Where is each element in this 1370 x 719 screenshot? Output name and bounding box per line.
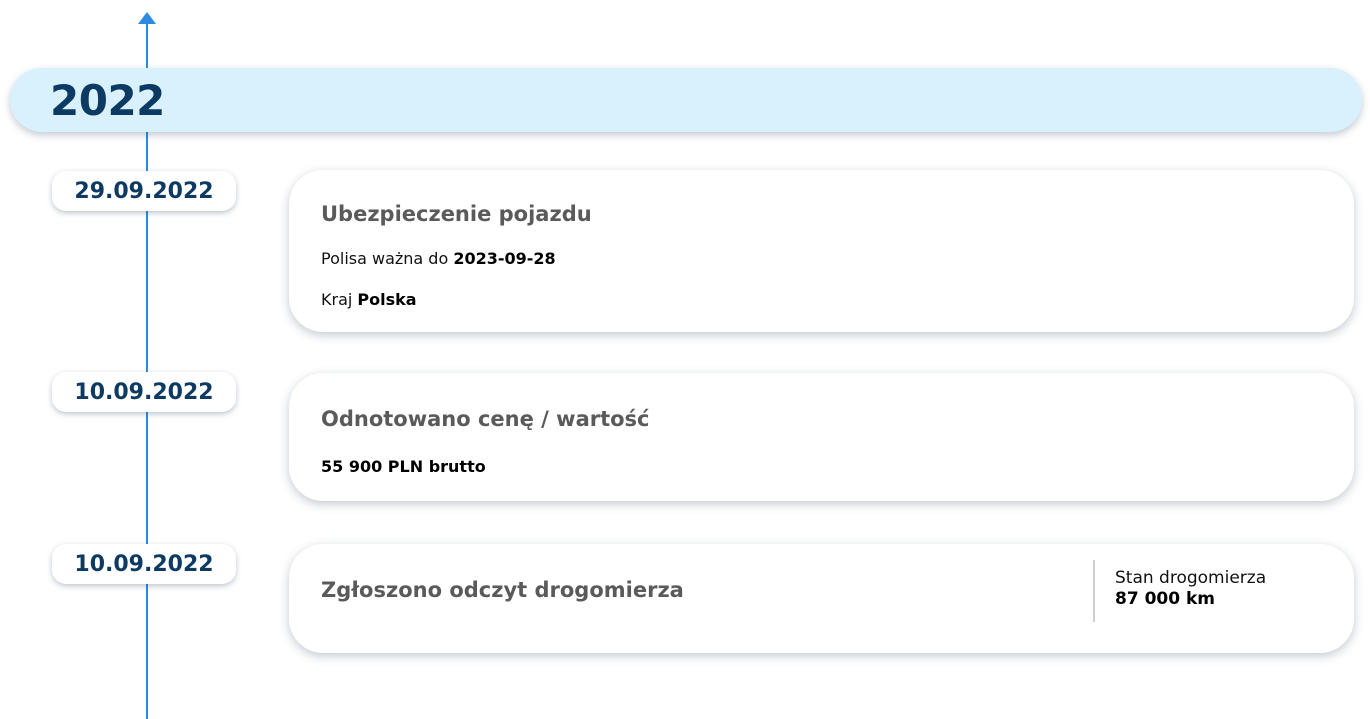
country-label: Kraj (321, 290, 353, 309)
price-value: 55 900 PLN brutto (321, 457, 486, 476)
year-header: 2022 (10, 68, 1362, 132)
event-card-insurance: Ubezpieczenie pojazdu Polisa ważna do 20… (289, 170, 1354, 332)
timeline-arrow-up-icon (138, 12, 156, 24)
event-title: Zgłoszono odczyt drogomierza (321, 578, 684, 602)
policy-country: Kraj Polska (321, 290, 417, 309)
policy-label: Polisa ważna do (321, 249, 449, 268)
policy-valid-until: Polisa ważna do 2023-09-28 (321, 249, 556, 268)
event-date-badge: 10.09.2022 (52, 372, 236, 412)
country-value: Polska (357, 290, 417, 309)
odometer-reading: Stan drogomierza 87 000 km (1093, 560, 1266, 622)
event-date-badge: 29.09.2022 (52, 171, 236, 211)
year-label: 2022 (50, 75, 165, 125)
event-title: Odnotowano cenę / wartość (321, 407, 650, 431)
odometer-value: 87 000 km (1115, 589, 1215, 609)
event-title: Ubezpieczenie pojazdu (321, 202, 592, 226)
event-card-odometer: Zgłoszono odczyt drogomierza Stan drogom… (289, 544, 1354, 653)
event-date-badge: 10.09.2022 (52, 544, 236, 584)
policy-value: 2023-09-28 (453, 249, 556, 268)
odometer-label: Stan drogomierza (1115, 568, 1267, 588)
event-card-price: Odnotowano cenę / wartość 55 900 PLN bru… (289, 373, 1354, 501)
vehicle-history-timeline: 2022 29.09.2022 Ubezpieczenie pojazdu Po… (0, 0, 1370, 719)
